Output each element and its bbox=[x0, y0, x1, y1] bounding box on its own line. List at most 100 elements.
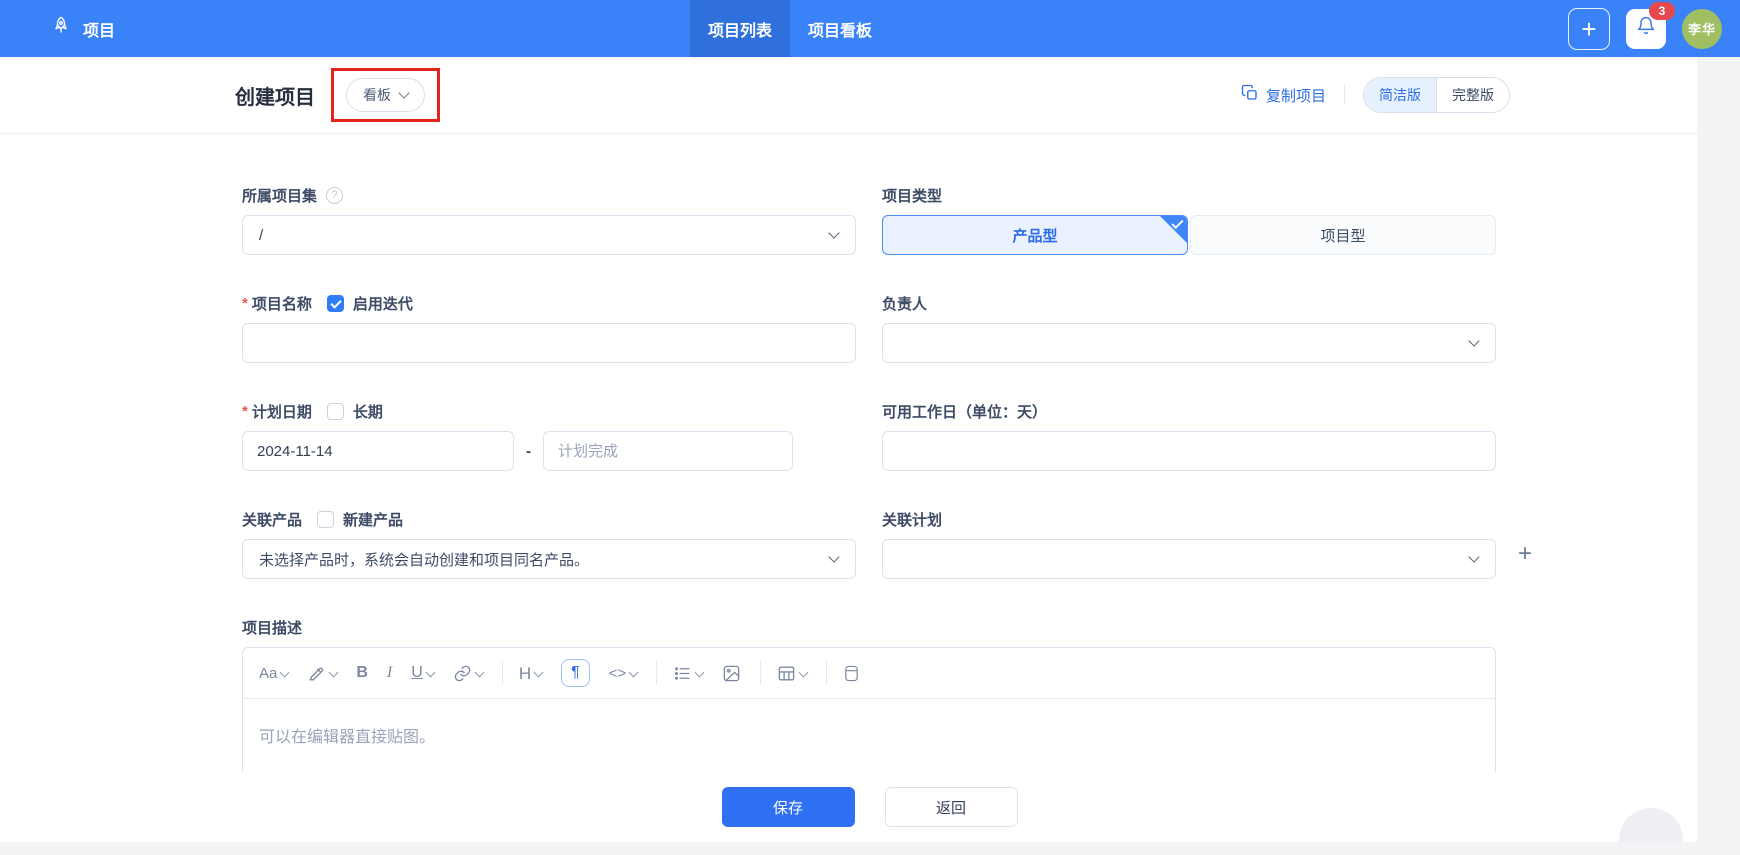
image-button[interactable] bbox=[722, 664, 741, 683]
chevron-down-icon bbox=[474, 667, 484, 677]
new-product-label: 新建产品 bbox=[343, 509, 403, 530]
toggle-full-version[interactable]: 完整版 bbox=[1437, 78, 1509, 112]
longterm-label: 长期 bbox=[353, 401, 383, 422]
linked-plan-select[interactable] bbox=[882, 539, 1496, 579]
new-product-checkbox[interactable] bbox=[317, 511, 334, 528]
link-button[interactable] bbox=[453, 664, 483, 683]
field-linked-plan: 关联计划 + bbox=[882, 509, 1496, 579]
field-project-type: 项目类型 产品型 项目型 bbox=[882, 185, 1496, 255]
header-tabs: 项目列表 项目看板 bbox=[690, 0, 890, 57]
add-button[interactable]: + bbox=[1568, 8, 1610, 50]
project-name-label: 项目名称 bbox=[252, 293, 312, 314]
copy-project-link[interactable]: 复制项目 bbox=[1241, 84, 1326, 106]
bell-icon bbox=[1636, 16, 1656, 41]
workdays-input[interactable] bbox=[882, 431, 1496, 471]
font-style-button[interactable]: Aa bbox=[259, 666, 288, 681]
date-separator: - bbox=[526, 443, 531, 460]
back-button[interactable]: 返回 bbox=[885, 787, 1018, 827]
required-mark: * bbox=[242, 403, 248, 420]
linked-plan-label: 关联计划 bbox=[882, 509, 942, 530]
toggle-simple-version[interactable]: 简洁版 bbox=[1364, 78, 1437, 112]
table-icon bbox=[777, 664, 796, 683]
titlebar-actions: 复制项目 简洁版 完整版 bbox=[1241, 77, 1510, 113]
bold-button[interactable]: B bbox=[356, 665, 368, 681]
code-button[interactable]: <> bbox=[609, 666, 638, 681]
linked-product-select[interactable]: 未选择产品时，系统会自动创建和项目同名产品。 bbox=[242, 539, 856, 579]
plan-end-input[interactable] bbox=[543, 431, 793, 471]
toolbar-divider bbox=[656, 661, 657, 685]
linked-product-label: 关联产品 bbox=[242, 509, 302, 530]
vertical-divider bbox=[1344, 85, 1345, 105]
chevron-down-icon bbox=[425, 667, 435, 677]
chevron-down-icon bbox=[534, 667, 544, 677]
chevron-down-icon bbox=[828, 551, 839, 562]
field-project-set: 所属项目集 ? / bbox=[242, 185, 856, 255]
type-option-product[interactable]: 产品型 bbox=[882, 215, 1188, 255]
longterm-checkbox[interactable] bbox=[327, 403, 344, 420]
save-button[interactable]: 保存 bbox=[722, 787, 855, 827]
italic-button[interactable]: I bbox=[387, 665, 392, 681]
field-plan-date: * 计划日期 长期 - bbox=[242, 401, 856, 471]
project-type-label: 项目类型 bbox=[882, 185, 942, 206]
text-color-button[interactable] bbox=[307, 664, 337, 683]
annotation-red-box: 看板 bbox=[331, 68, 440, 122]
chevron-down-icon bbox=[629, 667, 639, 677]
form-footer: 保存 返回 bbox=[0, 772, 1697, 842]
pen-color-icon bbox=[307, 664, 326, 683]
tab-project-list[interactable]: 项目列表 bbox=[690, 0, 790, 57]
app-brand[interactable]: 项目 bbox=[50, 0, 115, 57]
link-icon bbox=[453, 664, 472, 683]
window-icon bbox=[843, 664, 860, 683]
iteration-label: 启用迭代 bbox=[353, 293, 413, 314]
chevron-down-icon bbox=[329, 667, 339, 677]
editor-toolbar: Aa B bbox=[243, 648, 1495, 699]
plan-date-label: 计划日期 bbox=[252, 401, 312, 422]
top-header: 项目 项目列表 项目看板 + 3 李华 bbox=[0, 0, 1740, 57]
bullet-list-icon bbox=[673, 664, 692, 683]
iteration-checkbox[interactable] bbox=[327, 295, 344, 312]
chevron-down-icon bbox=[280, 667, 290, 677]
field-linked-product: 关联产品 新建产品 未选择产品时，系统会自动创建和项目同名产品。 bbox=[242, 509, 856, 579]
rocket-icon bbox=[50, 15, 72, 42]
underline-button[interactable]: U bbox=[411, 665, 434, 681]
notification-badge: 3 bbox=[1649, 2, 1675, 20]
linked-product-placeholder: 未选择产品时，系统会自动创建和项目同名产品。 bbox=[259, 549, 589, 570]
project-name-input[interactable] bbox=[242, 323, 856, 363]
chevron-down-icon bbox=[1468, 335, 1479, 346]
list-button[interactable] bbox=[673, 664, 703, 683]
avatar[interactable]: 李华 bbox=[1682, 9, 1722, 49]
owner-label: 负责人 bbox=[882, 293, 927, 314]
toolbar-divider bbox=[502, 661, 503, 685]
type-option-project[interactable]: 项目型 bbox=[1190, 215, 1496, 255]
app-window: 项目 项目列表 项目看板 + 3 李华 bbox=[0, 0, 1740, 855]
plan-start-input[interactable] bbox=[242, 431, 514, 471]
create-project-form: 所属项目集 ? / 项目类型 产品型 bbox=[242, 134, 1496, 817]
copy-icon bbox=[1241, 84, 1259, 106]
chevron-down-icon bbox=[695, 667, 705, 677]
editor-content[interactable]: 可以在编辑器直接贴图。 bbox=[243, 699, 1495, 771]
field-project-name: * 项目名称 启用迭代 bbox=[242, 293, 856, 363]
workdays-label: 可用工作日（单位：天） bbox=[882, 401, 1047, 422]
chevron-down-icon bbox=[398, 87, 409, 98]
chevron-down-icon bbox=[799, 667, 809, 677]
add-plan-button[interactable]: + bbox=[1518, 542, 1532, 566]
header-actions: + 3 李华 bbox=[1568, 0, 1722, 57]
project-set-select[interactable]: / bbox=[242, 215, 856, 255]
app-title: 项目 bbox=[83, 17, 115, 41]
tab-project-board[interactable]: 项目看板 bbox=[790, 0, 890, 57]
project-set-value: / bbox=[259, 227, 263, 244]
version-toggle: 简洁版 完整版 bbox=[1363, 77, 1510, 113]
panel-button[interactable] bbox=[843, 664, 860, 683]
heading-button[interactable]: H bbox=[519, 665, 542, 682]
notifications-button[interactable]: 3 bbox=[1626, 9, 1666, 49]
image-icon bbox=[722, 664, 741, 683]
table-button[interactable] bbox=[777, 664, 807, 683]
owner-select[interactable] bbox=[882, 323, 1496, 363]
board-type-dropdown[interactable]: 看板 bbox=[346, 78, 425, 112]
field-workdays: 可用工作日（单位：天） bbox=[882, 401, 1496, 471]
paragraph-button[interactable]: ¶ bbox=[561, 659, 590, 687]
help-icon[interactable]: ? bbox=[326, 187, 343, 204]
toolbar-divider bbox=[826, 661, 827, 685]
page-title: 创建项目 bbox=[235, 81, 315, 110]
plus-icon: + bbox=[1581, 16, 1596, 42]
